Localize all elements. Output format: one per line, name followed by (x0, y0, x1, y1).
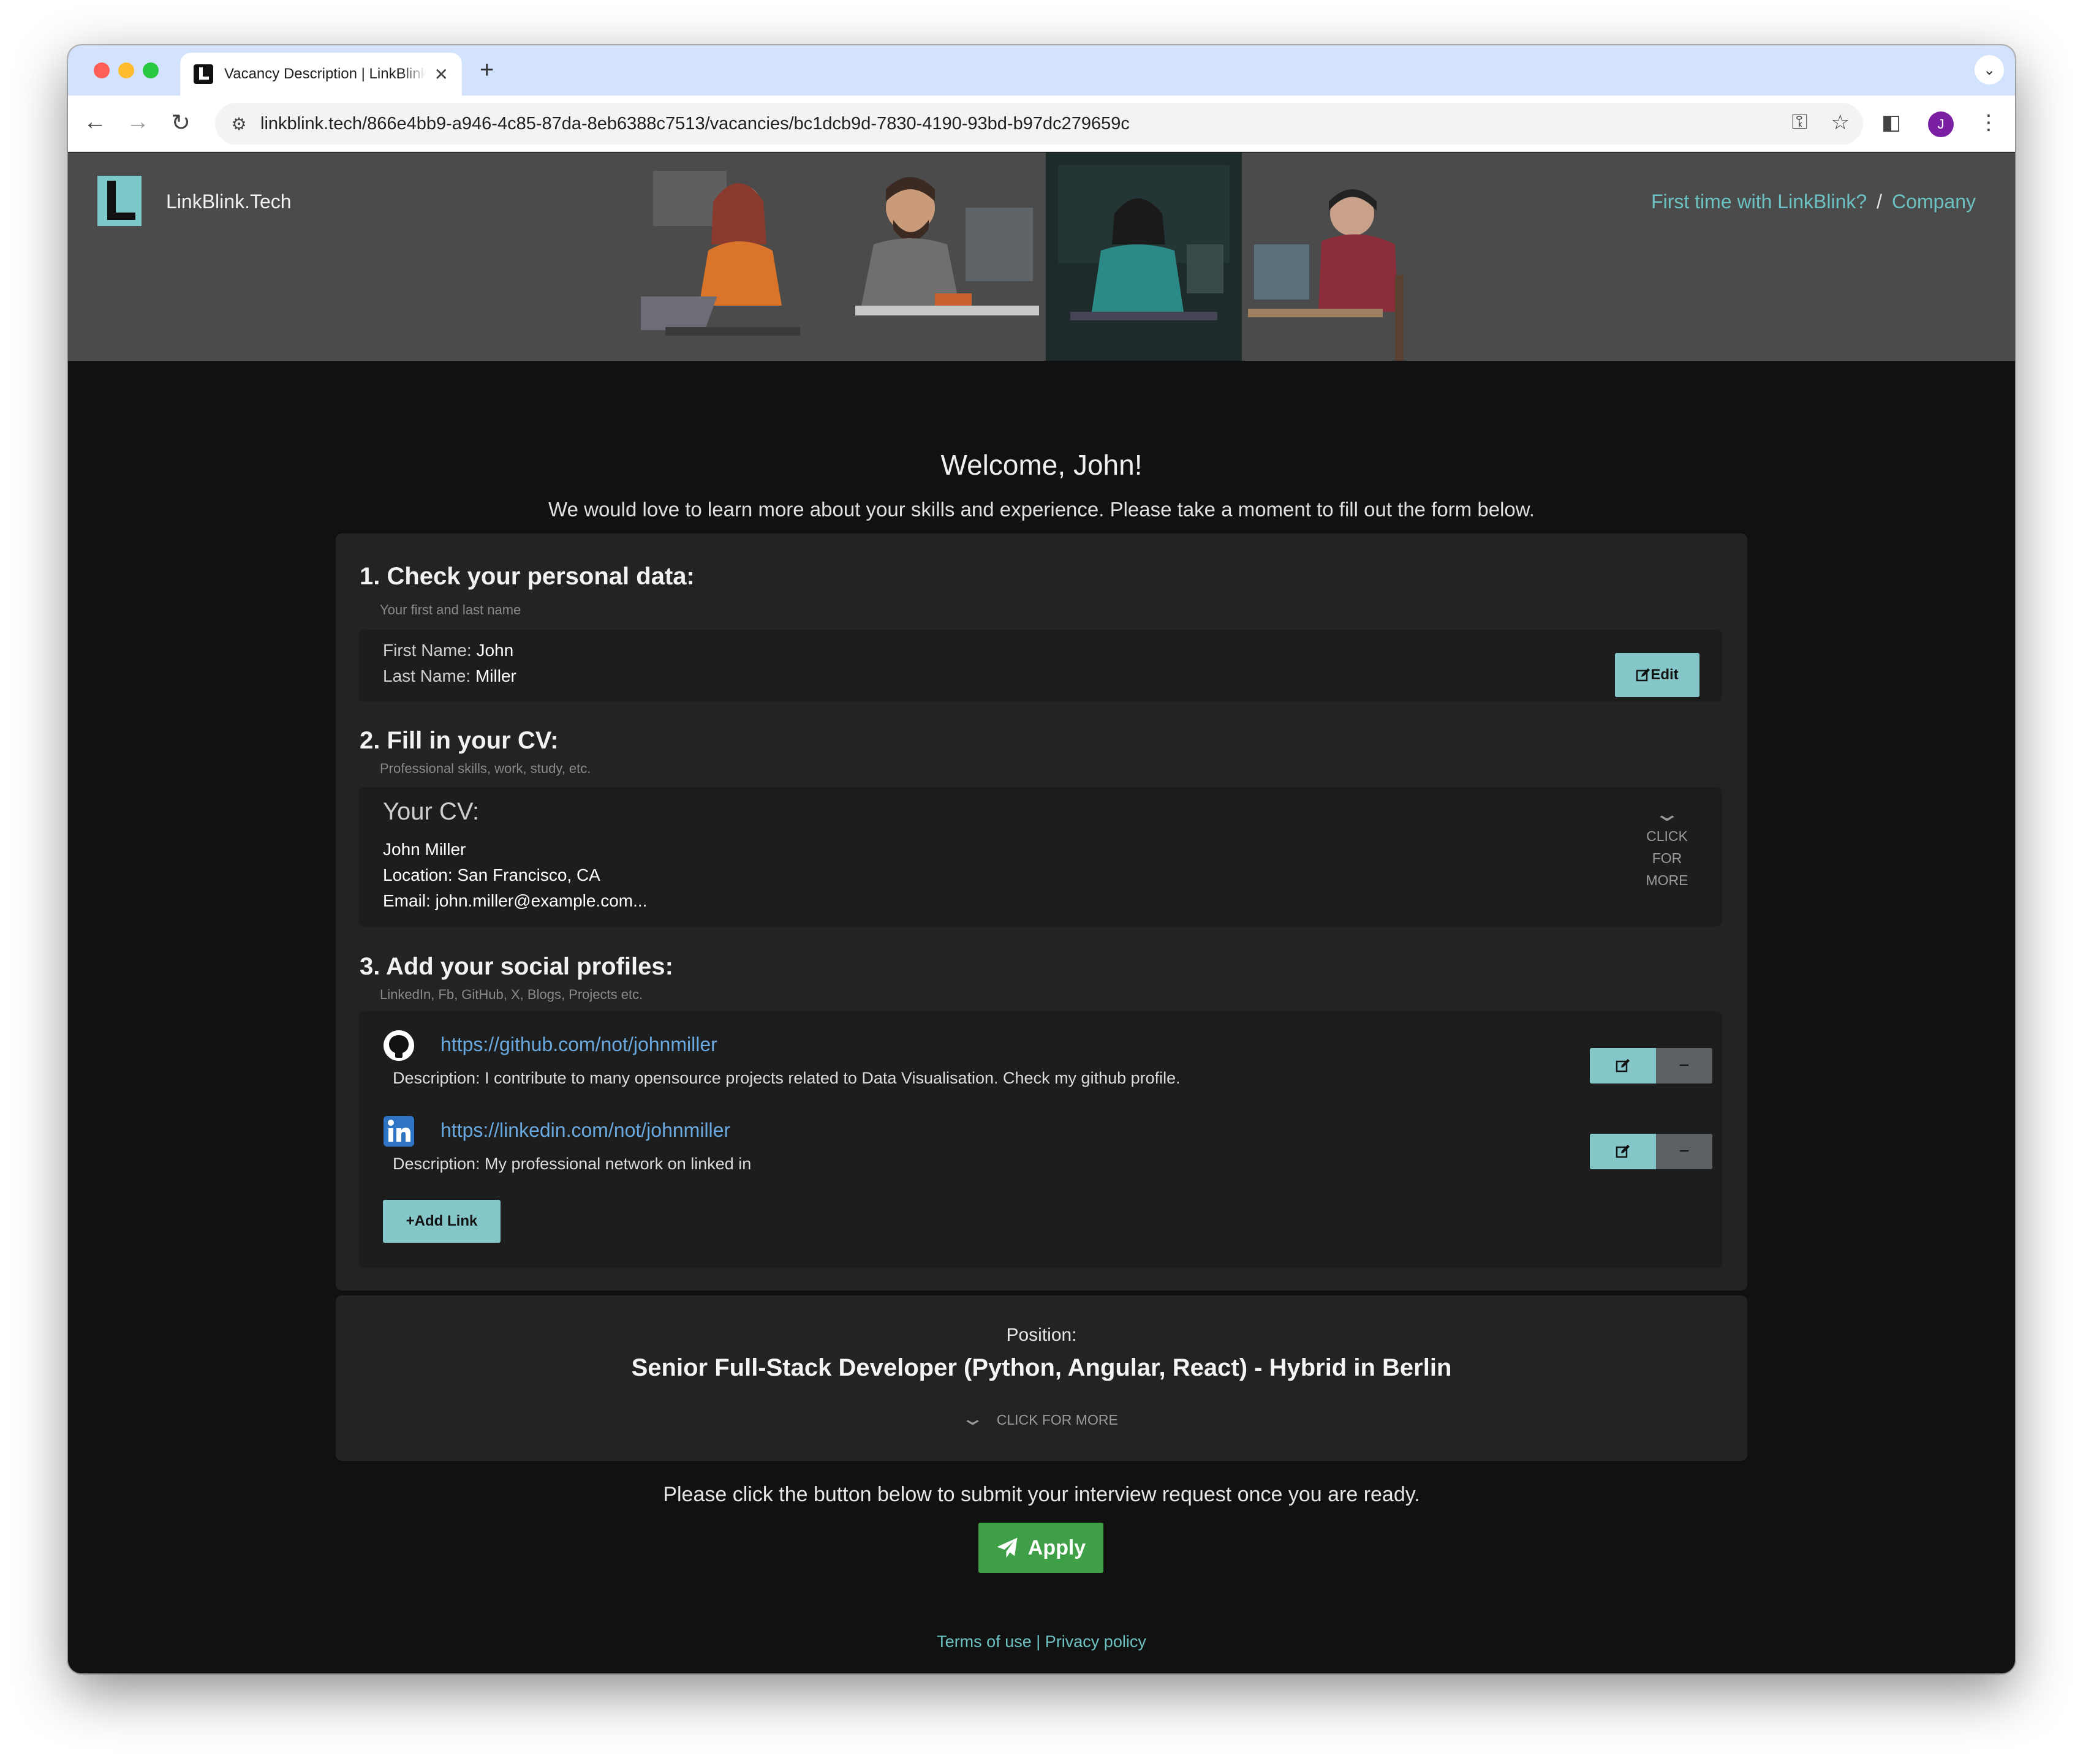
linkedin-profile-link[interactable]: https://linkedin.com/not/johnmiller (440, 1119, 730, 1142)
add-link-button[interactable]: + Add Link (383, 1200, 501, 1243)
site-info-icon[interactable]: ⚙ (229, 114, 249, 134)
illustration-gamer-desk (1242, 153, 1450, 361)
profile-avatar[interactable]: J (1928, 111, 1954, 137)
illustration-developer-night (1046, 153, 1242, 361)
footer: Terms of use | Privacy policy (68, 1632, 2015, 1651)
cv-section-title: 2. Fill in your CV: (360, 727, 559, 754)
linkedin-icon (384, 1116, 414, 1147)
linkblink-logo[interactable] (97, 176, 142, 226)
remove-linkedin-link-button[interactable]: − (1656, 1134, 1712, 1169)
edit-icon (1616, 1145, 1630, 1158)
last-name-label: Last Name: (383, 666, 471, 685)
terms-of-use-link[interactable]: Terms of use (937, 1632, 1032, 1651)
browser-tab[interactable]: Vacancy Description | LinkBlink ✕ (180, 53, 462, 96)
illustration-woman-laptop (641, 153, 837, 361)
first-time-link[interactable]: First time with LinkBlink? (1651, 190, 1867, 213)
back-arrow-icon[interactable]: ← (80, 109, 110, 135)
social-panel: https://github.com/not/johnmiller Descri… (358, 1011, 1722, 1268)
window-minimize-dot[interactable] (118, 62, 134, 78)
position-expand-toggle[interactable]: ⌄ CLICK FOR MORE (336, 1408, 1747, 1430)
github-icon (384, 1030, 414, 1061)
forward-arrow-icon[interactable]: → (123, 109, 153, 135)
remove-github-link-button[interactable]: − (1656, 1048, 1712, 1084)
personal-data-panel: First Name: John Last Name: Miller Edit (358, 630, 1722, 702)
illustration-man-desk (837, 153, 1045, 361)
url-text[interactable]: linkblink.tech/866e4bb9-a946-4c85-87da-8… (260, 114, 1130, 134)
position-title: Senior Full-Stack Developer (Python, Ang… (631, 1354, 1452, 1381)
cv-more-word-3: MORE (1646, 872, 1688, 888)
edit-linkedin-link-button[interactable] (1590, 1134, 1656, 1169)
personal-data-hint: Your first and last name (380, 602, 521, 617)
github-profile-link[interactable]: https://github.com/not/johnmiller (440, 1033, 717, 1056)
cv-line-email: Email: john.miller@example.com... (383, 891, 648, 910)
nav-separator: / (1877, 190, 1883, 213)
tab-search-icon[interactable]: ⌄ (1975, 55, 2004, 85)
chevron-down-icon: ⌄ (960, 1409, 985, 1429)
cv-section-hint: Professional skills, work, study, etc. (380, 761, 591, 776)
site-favicon-icon (194, 64, 213, 84)
submit-note: Please click the button below to submit … (663, 1483, 1420, 1506)
paper-plane-icon (997, 1537, 1018, 1558)
page-content: LinkBlink.Tech First time with LinkBlink… (68, 153, 2015, 1673)
address-bar[interactable]: ⚙ linkblink.tech/866e4bb9-a946-4c85-87da… (215, 103, 1863, 145)
edit-icon (1636, 668, 1650, 682)
github-profile-description: Description: I contribute to many openso… (393, 1069, 1181, 1087)
edit-github-link-button[interactable] (1590, 1048, 1656, 1084)
cv-expand-toggle[interactable]: ⌄ CLICK FOR MORE (1643, 803, 1692, 891)
apply-button[interactable]: Apply (978, 1523, 1103, 1573)
social-section-title: 3. Add your social profiles: (360, 953, 673, 980)
last-name-row: Last Name: Miller (383, 666, 516, 686)
footer-separator: | (1036, 1632, 1041, 1651)
cv-more-word-2: FOR (1652, 850, 1682, 866)
application-form-card: 1. Check your personal data: Your first … (336, 533, 1747, 1291)
chevron-down-icon: ⌄ (1653, 802, 1681, 826)
tab-title: Vacancy Description | LinkBlink (224, 66, 426, 82)
cv-more-word-1: CLICK (1646, 828, 1688, 844)
edit-icon (1616, 1059, 1630, 1072)
edit-personal-data-button[interactable]: Edit (1615, 653, 1699, 697)
company-link[interactable]: Company (1892, 190, 1976, 213)
password-key-icon[interactable]: ⚿ (1792, 110, 1808, 135)
position-more-label: CLICK FOR MORE (996, 1412, 1118, 1428)
cv-line-location: Location: San Francisco, CA (383, 865, 600, 884)
personal-data-title: 1. Check your personal data: (360, 563, 695, 590)
privacy-policy-link[interactable]: Privacy policy (1045, 1632, 1146, 1651)
browser-toolbar: ← → ↻ ⚙ linkblink.tech/866e4bb9-a946-4c8… (68, 96, 2015, 152)
side-panel-icon[interactable]: ◧ (1881, 110, 1901, 135)
brand-name[interactable]: LinkBlink.Tech (166, 190, 292, 213)
reload-icon[interactable]: ↻ (166, 109, 195, 137)
window-zoom-dot[interactable] (143, 62, 159, 78)
welcome-title: Welcome, John! (940, 449, 1143, 481)
social-section-hint: LinkedIn, Fb, GitHub, X, Blogs, Projects… (380, 987, 643, 1002)
first-name-label: First Name: (383, 641, 472, 660)
edit-label: Edit (1650, 666, 1679, 683)
header-nav: First time with LinkBlink? / Company (1651, 190, 1976, 213)
first-name-row: First Name: John (383, 641, 513, 660)
browser-menu-icon[interactable]: ⋮ (1978, 110, 1999, 135)
welcome-intro: We would love to learn more about your s… (548, 498, 1535, 521)
cv-line-name: John Miller (383, 840, 466, 859)
browser-window: Vacancy Description | LinkBlink ✕ + ⌄ ← … (68, 45, 2015, 1673)
last-name-value: Miller (475, 666, 516, 685)
bookmark-star-icon[interactable]: ☆ (1831, 110, 1850, 135)
new-tab-icon[interactable]: + (480, 56, 494, 84)
window-close-dot[interactable] (94, 62, 110, 78)
cv-heading: Your CV: (383, 798, 480, 825)
hero-banner: LinkBlink.Tech First time with LinkBlink… (68, 153, 2015, 361)
tab-strip: Vacancy Description | LinkBlink ✕ + ⌄ (68, 45, 2015, 96)
cv-panel[interactable]: Your CV: John Miller Location: San Franc… (358, 787, 1722, 927)
position-label: Position: (1006, 1325, 1077, 1345)
apply-label: Apply (1027, 1536, 1086, 1559)
first-name-value: John (476, 641, 514, 660)
linkedin-profile-description: Description: My professional network on … (393, 1155, 752, 1173)
tab-close-icon[interactable]: ✕ (434, 64, 448, 85)
plus-icon: + (406, 1213, 415, 1229)
add-link-label: Add Link (414, 1213, 478, 1229)
position-card: Position: Senior Full-Stack Developer (P… (336, 1295, 1747, 1461)
